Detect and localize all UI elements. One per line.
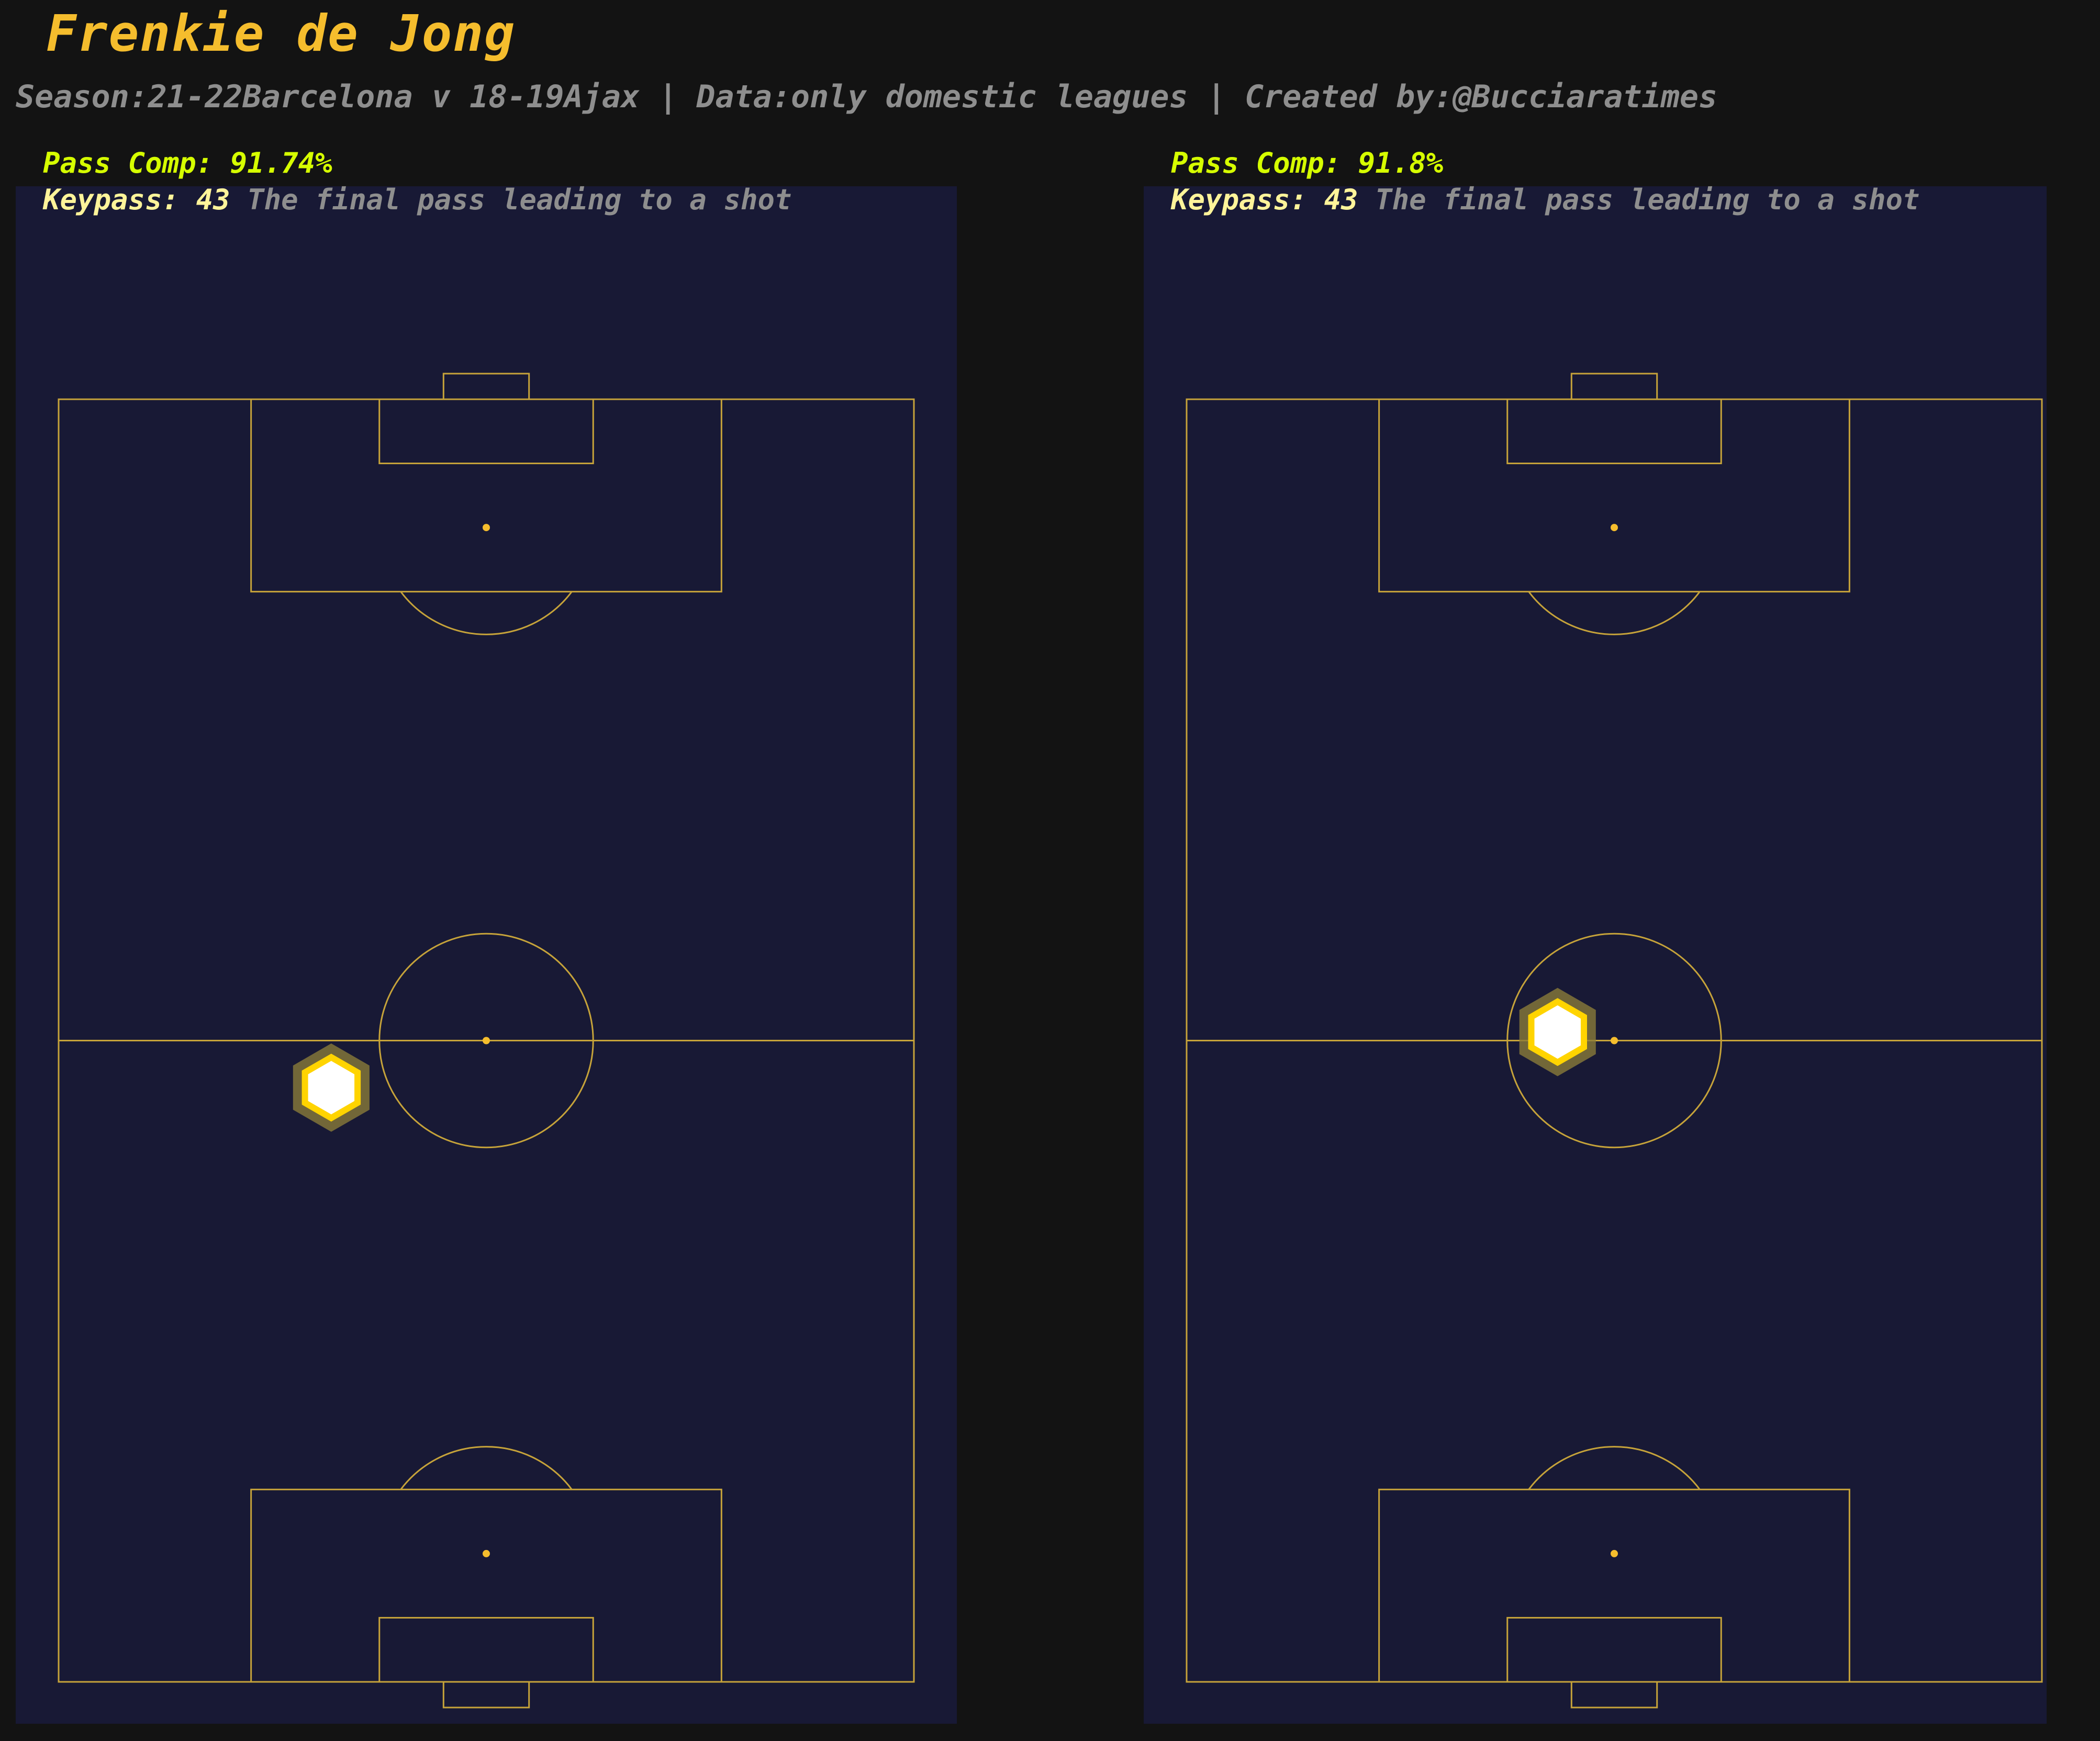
penalty-box-top bbox=[250, 398, 722, 593]
goal-top bbox=[442, 373, 530, 400]
football-pitch-right bbox=[1186, 373, 2043, 1709]
penalty-arc-top bbox=[1528, 591, 1701, 635]
pitch-panel-right: Pass Comp: 91.8% Keypass: 43 The final p… bbox=[1144, 147, 2047, 1724]
football-pitch-left bbox=[58, 373, 915, 1709]
pass-completion-label: Pass Comp: 91.74% bbox=[43, 147, 332, 179]
pass-completion-label: Pass Comp: 91.8% bbox=[1171, 147, 1444, 179]
six-yard-box-bottom bbox=[378, 1616, 594, 1683]
chart-subtitle: Season:21-22Barcelona v 18-19Ajax | Data… bbox=[16, 78, 1718, 115]
center-spot bbox=[1611, 1037, 1618, 1044]
goal-bottom bbox=[442, 1681, 530, 1709]
hexbin-marker bbox=[301, 1053, 361, 1122]
penalty-spot-bottom bbox=[483, 1549, 490, 1557]
penalty-arc-bottom bbox=[400, 1446, 573, 1490]
penalty-arc-top bbox=[400, 591, 573, 635]
penalty-box-top bbox=[1378, 398, 1850, 593]
penalty-spot-top bbox=[1611, 524, 1618, 532]
penalty-box-bottom bbox=[1378, 1488, 1850, 1683]
hexbin-marker bbox=[1528, 998, 1587, 1066]
six-yard-box-top bbox=[1506, 398, 1722, 465]
center-spot bbox=[483, 1037, 490, 1044]
penalty-spot-top bbox=[483, 524, 490, 532]
penalty-spot-bottom bbox=[1611, 1549, 1618, 1557]
penalty-arc-bottom bbox=[1528, 1446, 1701, 1490]
goal-bottom bbox=[1570, 1681, 1658, 1709]
penalty-box-bottom bbox=[250, 1488, 722, 1683]
six-yard-box-bottom bbox=[1506, 1616, 1722, 1683]
chart-title: Frenkie de Jong bbox=[46, 4, 516, 63]
goal-top bbox=[1570, 373, 1658, 400]
pitch-panel-left: Pass Comp: 91.74% Keypass: 43 The final … bbox=[16, 147, 957, 1724]
six-yard-box-top bbox=[378, 398, 594, 465]
